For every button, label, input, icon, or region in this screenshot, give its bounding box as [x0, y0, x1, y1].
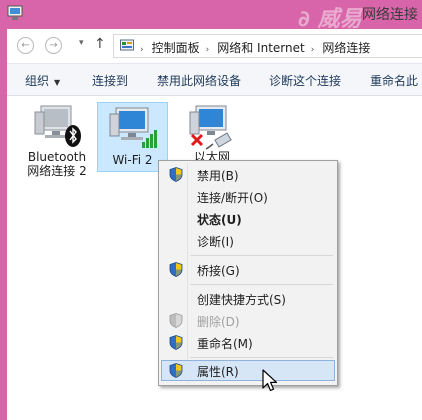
control-panel-icon	[120, 39, 134, 51]
menu-item-status[interactable]: 状态(U)	[161, 208, 335, 229]
connection-name: Bluetooth	[27, 150, 87, 164]
forward-button[interactable]: →	[45, 37, 62, 54]
uac-shield-icon	[169, 313, 183, 328]
command-bar: 组织 ▼ 连接到 禁用此网络设备 诊断这个连接 重命名此	[7, 63, 422, 96]
menu-separator	[190, 357, 333, 358]
organize-menu[interactable]: 组织 ▼	[25, 72, 60, 89]
breadcrumb-separator-icon[interactable]: ›	[140, 45, 144, 55]
menu-item-diagnose[interactable]: 诊断(I)	[161, 230, 335, 251]
connection-ethernet[interactable]: 以太网	[177, 102, 247, 164]
menu-separator	[190, 284, 333, 285]
menu-item-label: 状态(U)	[197, 213, 242, 227]
uac-shield-icon	[169, 363, 183, 378]
breadcrumb-network-connections[interactable]: 网络连接	[322, 41, 370, 55]
menu-item-properties[interactable]: 属性(R)	[161, 360, 335, 381]
uac-shield-icon	[169, 167, 183, 182]
title-bar: ∂ 威易 网络连接	[0, 0, 422, 32]
diagnose-button[interactable]: 诊断这个连接	[269, 72, 341, 89]
uac-shield-icon	[169, 262, 183, 277]
chevron-down-icon: ▼	[54, 78, 61, 87]
breadcrumb-separator-icon[interactable]: ›	[206, 45, 210, 55]
menu-item-label: 创建快捷方式(S)	[197, 293, 286, 307]
context-menu: 禁用(B) 连接/断开(O) 状态(U) 诊断(I) 桥接(G) 创建快捷方式(…	[158, 160, 338, 386]
connect-to-button[interactable]: 连接到	[92, 72, 128, 89]
menu-item-rename[interactable]: 重命名(M)	[161, 332, 335, 353]
menu-item-label: 桥接(G)	[197, 264, 240, 278]
network-connections-icon[interactable]	[7, 5, 23, 21]
bluetooth-network-icon	[34, 105, 81, 147]
menu-item-label: 删除(D)	[197, 315, 240, 329]
address-field[interactable]: › 控制面板 › 网络和 Internet › 网络连接	[113, 34, 422, 58]
ethernet-network-icon	[189, 105, 232, 150]
menu-item-label: 属性(R)	[197, 365, 239, 379]
menu-item-label: 连接/断开(O)	[197, 191, 268, 205]
disable-device-button[interactable]: 禁用此网络设备	[157, 72, 241, 89]
connection-bluetooth[interactable]: Bluetooth 网络连接 2	[22, 102, 92, 178]
menu-separator	[190, 255, 333, 256]
breadcrumb-network-internet[interactable]: 网络和 Internet	[217, 41, 304, 55]
menu-item-create-shortcut[interactable]: 创建快捷方式(S)	[161, 288, 335, 309]
menu-item-label: 重命名(M)	[197, 337, 253, 351]
connection-name-line2: 网络连接 2	[27, 164, 87, 178]
breadcrumb-separator-icon[interactable]: ›	[311, 45, 315, 55]
menu-item-disable[interactable]: 禁用(B)	[161, 164, 335, 185]
up-button[interactable]: ↑	[94, 36, 106, 52]
organize-label: 组织	[25, 74, 50, 88]
menu-item-connect-disconnect[interactable]: 连接/断开(O)	[161, 186, 335, 207]
address-bar: ← → ▾ ↑ › 控制面板 › 网络和 Internet › 网络连接	[7, 29, 422, 63]
uac-shield-icon	[169, 335, 183, 350]
menu-item-bridge[interactable]: 桥接(G)	[161, 259, 335, 280]
mouse-cursor-icon	[262, 369, 278, 392]
menu-item-label: 诊断(I)	[197, 235, 234, 249]
rename-button[interactable]: 重命名此	[370, 72, 418, 89]
window-title: 网络连接	[362, 7, 418, 23]
breadcrumb: › 控制面板 › 网络和 Internet › 网络连接	[140, 39, 376, 56]
back-button[interactable]: ←	[17, 37, 34, 54]
recent-locations-dropdown-icon[interactable]: ▾	[79, 38, 84, 48]
menu-item-label: 禁用(B)	[197, 169, 239, 183]
menu-item-delete: 删除(D)	[161, 310, 335, 331]
breadcrumb-control-panel[interactable]: 控制面板	[152, 41, 200, 55]
wifi-network-icon	[109, 107, 157, 148]
